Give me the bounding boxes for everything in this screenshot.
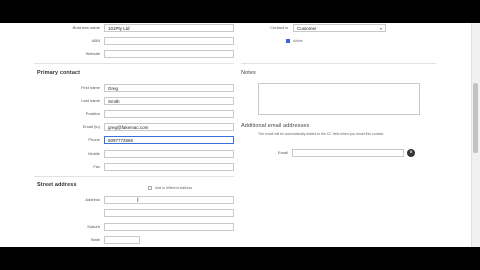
scrollbar-thumb[interactable] bbox=[473, 83, 478, 153]
active-checkbox[interactable] bbox=[286, 39, 290, 43]
last-name-input[interactable]: Smith bbox=[104, 97, 234, 105]
notes-heading: Notes bbox=[241, 70, 256, 76]
position-label: Position bbox=[85, 111, 100, 116]
business-name-input[interactable]: 101Pty Ltd bbox=[104, 24, 234, 32]
state-input[interactable] bbox=[104, 236, 140, 244]
divider bbox=[34, 176, 234, 177]
notes-textarea[interactable] bbox=[258, 83, 420, 115]
divider bbox=[241, 63, 436, 64]
fax-label: Fax bbox=[93, 164, 100, 169]
state-label: State bbox=[90, 237, 100, 242]
address-label: Address bbox=[85, 197, 100, 202]
additional-email-input[interactable] bbox=[292, 149, 404, 157]
address-line2-input[interactable] bbox=[104, 209, 234, 217]
street-address-heading: Street address bbox=[37, 182, 77, 188]
suburb-input[interactable] bbox=[104, 223, 234, 231]
phone-input[interactable]: 6097772666 bbox=[104, 136, 234, 144]
position-input[interactable] bbox=[104, 110, 234, 118]
contact-form-window: Business name 101Pty Ltd ABN Website Con… bbox=[0, 23, 480, 247]
add-different-address-label: Add to different address bbox=[155, 185, 193, 190]
text-cursor-icon: I bbox=[137, 198, 139, 204]
first-name-input[interactable]: Greg bbox=[104, 84, 234, 92]
email-label: Email (to) bbox=[82, 124, 100, 129]
additional-email-label: Email bbox=[277, 150, 288, 155]
active-label: Active bbox=[293, 38, 303, 43]
additional-emails-description: The email will be automatically added to… bbox=[258, 132, 384, 136]
first-name-label: First name bbox=[81, 85, 100, 90]
phone-label: Phone bbox=[88, 137, 100, 142]
contact-is-select[interactable]: Customer ▾ bbox=[293, 24, 386, 32]
abn-label: ABN bbox=[91, 38, 100, 43]
email-input[interactable]: greg@fakemac.com bbox=[104, 123, 234, 131]
fax-input[interactable] bbox=[104, 163, 234, 171]
website-label: Website bbox=[85, 51, 100, 56]
abn-input[interactable] bbox=[104, 37, 234, 45]
remove-circle-icon[interactable]: × bbox=[407, 149, 415, 157]
contact-is-label: Contact is bbox=[270, 25, 288, 30]
address-line1-input[interactable]: I bbox=[104, 196, 234, 204]
additional-emails-heading: Additional email addresses bbox=[241, 123, 310, 129]
primary-contact-heading: Primary contact bbox=[37, 70, 81, 76]
mobile-label: Mobile bbox=[88, 151, 100, 156]
website-input[interactable] bbox=[104, 50, 234, 58]
business-name-label: Business name bbox=[72, 25, 100, 30]
last-name-label: Last name bbox=[81, 98, 100, 103]
suburb-label: Suburb bbox=[87, 224, 100, 229]
divider bbox=[34, 63, 234, 64]
mobile-input[interactable] bbox=[104, 150, 234, 158]
add-different-address-checkbox[interactable] bbox=[148, 186, 152, 190]
chevron-down-icon: ▾ bbox=[379, 26, 382, 31]
contact-is-value: Customer bbox=[297, 26, 317, 31]
